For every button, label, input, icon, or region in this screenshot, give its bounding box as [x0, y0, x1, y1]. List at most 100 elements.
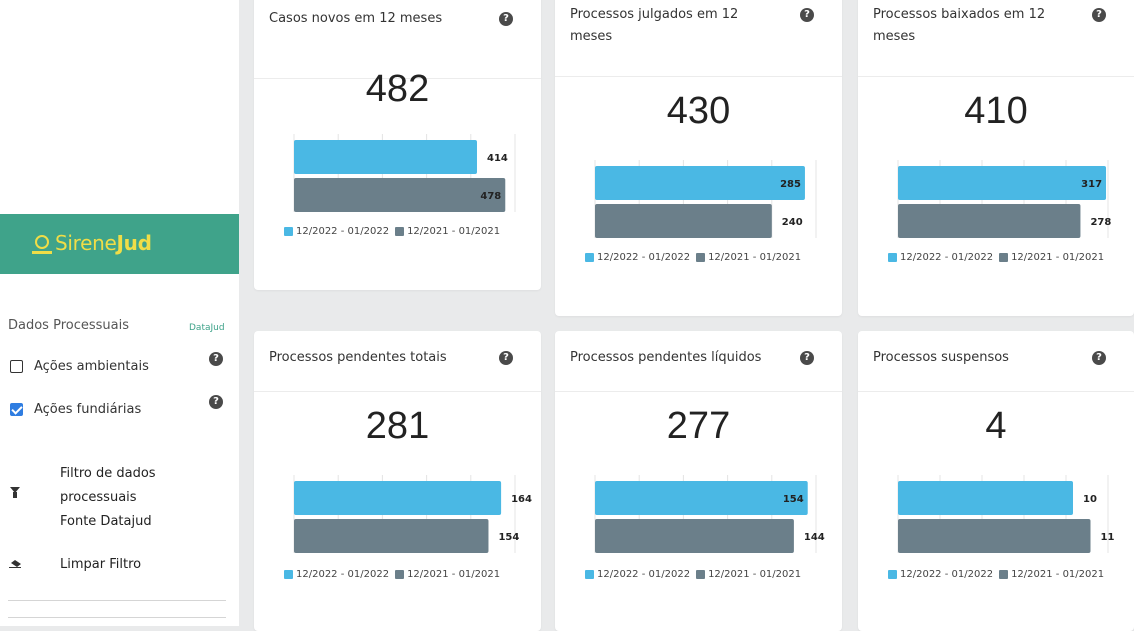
legend-previous[interactable]: 12/2021 - 01/2021: [999, 569, 1104, 580]
location-pin-icon: [35, 235, 49, 249]
legend-label: 12/2021 - 01/2021: [708, 252, 802, 263]
bar-previous-label: 144: [804, 532, 825, 543]
checkbox-checked-icon[interactable]: [10, 403, 23, 416]
legend-previous[interactable]: 12/2021 - 01/2021: [395, 569, 500, 580]
card-header: Processos julgados em 12 meses?: [555, 0, 842, 77]
comparison-bar-chart: 414 478: [293, 134, 516, 212]
bar-previous: [595, 204, 772, 238]
legend-current[interactable]: 12/2022 - 01/2022: [585, 252, 690, 263]
help-icon[interactable]: ?: [209, 395, 223, 409]
legend-previous[interactable]: 12/2021 - 01/2021: [395, 226, 500, 237]
legend-current[interactable]: 12/2022 - 01/2022: [284, 569, 389, 580]
help-icon[interactable]: ?: [800, 8, 814, 22]
bar-previous-label: 278: [1090, 217, 1111, 228]
comparison-bar-chart: 317 278: [897, 160, 1111, 238]
checkbox-label: Ações ambientais: [34, 359, 149, 374]
card-title: Processos pendentes líquidos: [570, 350, 762, 365]
total-value: 277: [666, 405, 731, 447]
chart-legend: 12/2022 - 01/2022 12/2021 - 01/2021: [585, 252, 807, 263]
legend-swatch: [284, 227, 293, 236]
legend-label: 12/2021 - 01/2021: [407, 226, 501, 237]
card-title: Processos baixados em 12: [873, 7, 1046, 22]
checkbox-acoes-fundiarias[interactable]: Ações fundiárias: [10, 402, 141, 417]
bar-current: [294, 140, 477, 174]
total-value: 482: [365, 68, 430, 110]
divider: [8, 617, 226, 618]
legend-swatch: [696, 253, 706, 262]
filter-label-line1: Filtro de dados: [60, 466, 156, 481]
card-title: Processos suspensos: [873, 350, 1009, 365]
legend-swatch: [888, 253, 897, 262]
legend-swatch: [284, 570, 293, 579]
bar-previous-label: 240: [782, 217, 803, 228]
legend-swatch: [999, 253, 1009, 262]
legend-label: 12/2022 - 01/2022: [900, 569, 994, 580]
sirenejud-logo: SireneJud: [0, 214, 239, 274]
legend-swatch: [585, 253, 594, 262]
help-icon[interactable]: ?: [1092, 351, 1106, 365]
filter-button[interactable]: Filtro de dados processuais Fonte Dataju…: [60, 462, 156, 534]
brand-bold: Jud: [116, 231, 152, 255]
bar-current: [294, 481, 502, 515]
chart-legend: 12/2022 - 01/2022 12/2021 - 01/2021: [888, 569, 1110, 580]
total-value: 410: [964, 90, 1028, 132]
card-header: Processos pendentes totais?: [254, 331, 541, 392]
card-title: Processos julgados em 12: [570, 7, 739, 22]
help-icon[interactable]: ?: [499, 12, 513, 26]
bar-current-label: 414: [487, 153, 508, 164]
filter-label-line3: Fonte Datajud: [60, 514, 152, 529]
brand-prefix: Sirene: [55, 231, 117, 255]
legend-label: 12/2022 - 01/2022: [597, 569, 691, 580]
chart-legend: 12/2022 - 01/2022 12/2021 - 01/2021: [585, 569, 807, 580]
chart-legend: 12/2022 - 01/2022 12/2021 - 01/2021: [888, 252, 1110, 263]
card-title-line2: meses: [873, 29, 916, 44]
legend-previous[interactable]: 12/2021 - 01/2021: [999, 252, 1104, 263]
help-icon[interactable]: ?: [499, 351, 513, 365]
bar-current-label: 154: [783, 494, 804, 505]
legend-current[interactable]: 12/2022 - 01/2022: [585, 569, 690, 580]
sidebar: SireneJud Dados Processuais DataJud Açõe…: [0, 0, 239, 626]
legend-label: 12/2021 - 01/2021: [1011, 569, 1105, 580]
card-title-line2: meses: [570, 29, 613, 44]
bar-previous: [898, 519, 1091, 553]
legend-swatch: [585, 570, 594, 579]
legend-previous[interactable]: 12/2021 - 01/2021: [696, 252, 801, 263]
indicator-card: Processos pendentes líquidos? 277 154 144 12…: [555, 331, 842, 631]
card-title: Processos pendentes totais: [269, 350, 447, 365]
checkbox-acoes-ambientais[interactable]: Ações ambientais: [10, 359, 149, 374]
legend-swatch: [999, 570, 1009, 579]
legend-swatch: [888, 570, 897, 579]
bar-previous-label: 478: [480, 191, 501, 202]
bar-current: [898, 166, 1107, 200]
bar-previous-label: 11: [1101, 532, 1115, 543]
eraser-icon: [9, 560, 21, 568]
legend-label: 12/2022 - 01/2022: [900, 252, 994, 263]
bar-previous: [898, 204, 1081, 238]
card-header: Processos baixados em 12 meses?: [858, 0, 1134, 77]
legend-current[interactable]: 12/2022 - 01/2022: [284, 226, 389, 237]
bar-current: [595, 481, 808, 515]
legend-current[interactable]: 12/2022 - 01/2022: [888, 569, 993, 580]
legend-swatch: [696, 570, 706, 579]
legend-label: 12/2021 - 01/2021: [407, 569, 501, 580]
comparison-bar-chart: 164 154: [293, 475, 532, 553]
help-icon[interactable]: ?: [1092, 8, 1106, 22]
legend-label: 12/2022 - 01/2022: [296, 569, 390, 580]
divider: [8, 600, 226, 601]
checkbox-icon[interactable]: [10, 360, 23, 373]
help-icon[interactable]: ?: [209, 352, 223, 366]
chart-legend: 12/2022 - 01/2022 12/2021 - 01/2021: [284, 226, 506, 237]
comparison-bar-chart: 154 144: [594, 475, 825, 553]
legend-current[interactable]: 12/2022 - 01/2022: [888, 252, 993, 263]
legend-previous[interactable]: 12/2021 - 01/2021: [696, 569, 801, 580]
clear-filter-button[interactable]: Limpar Filtro: [60, 557, 141, 572]
legend-label: 12/2021 - 01/2021: [708, 569, 802, 580]
bar-previous: [294, 178, 506, 212]
card-title: Casos novos em 12 meses: [269, 11, 443, 26]
card-header: Processos suspensos?: [858, 331, 1134, 392]
chart-legend: 12/2022 - 01/2022 12/2021 - 01/2021: [284, 569, 506, 580]
section-title: Dados Processuais: [8, 318, 129, 333]
card-header: Processos pendentes líquidos?: [555, 331, 842, 392]
comparison-bar-chart: 10 11: [897, 475, 1115, 553]
help-icon[interactable]: ?: [800, 351, 814, 365]
